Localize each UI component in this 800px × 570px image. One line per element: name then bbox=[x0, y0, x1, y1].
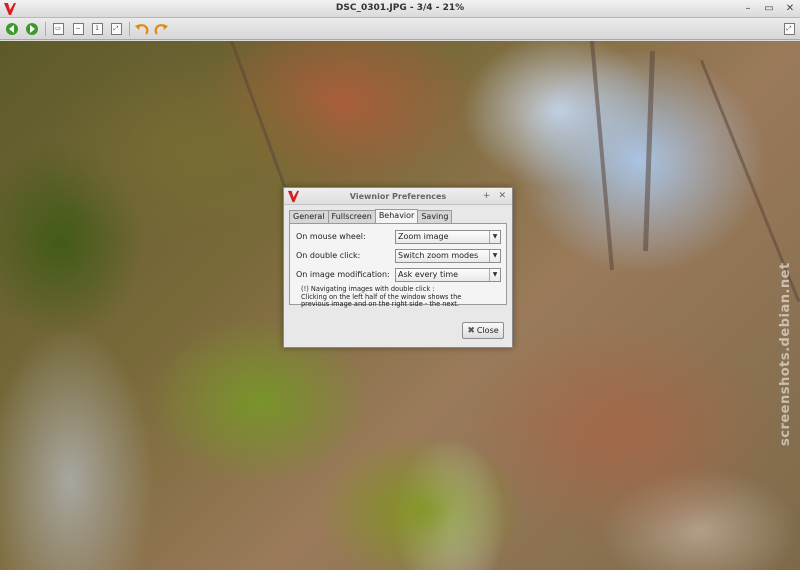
zoom-normal-icon: 1 bbox=[91, 23, 103, 35]
zoom-normal-button[interactable]: 1 bbox=[89, 21, 105, 37]
dialog-title: Viewnior Preferences bbox=[349, 192, 447, 201]
close-window-button[interactable]: ✕ bbox=[784, 3, 796, 15]
rotate-right-icon bbox=[154, 24, 168, 35]
chevron-down-icon: ▼ bbox=[489, 231, 500, 243]
dialog-close-x-button[interactable]: ✕ bbox=[498, 191, 506, 201]
tab-fullscreen[interactable]: Fullscreen bbox=[327, 210, 376, 223]
close-button[interactable]: ✖ Close bbox=[462, 322, 504, 339]
note-line: previous image and on the right side - t… bbox=[301, 300, 459, 309]
fit-page-button[interactable]: ▭ bbox=[50, 21, 66, 37]
image-modification-label: On image modification: bbox=[296, 270, 390, 279]
preferences-dialog: Viewnior Preferences + ✕ General Fullscr… bbox=[283, 187, 513, 348]
navigation-note: (!) Navigating images with double click … bbox=[301, 285, 501, 309]
mouse-wheel-select[interactable]: Zoom image ▼ bbox=[395, 230, 501, 244]
close-icon: ✖ bbox=[467, 326, 475, 336]
tab-saving[interactable]: Saving bbox=[417, 210, 453, 223]
minimize-button[interactable]: – bbox=[742, 3, 754, 15]
window-title: DSC_0301.JPG - 3/4 - 21% bbox=[335, 3, 465, 13]
rotate-right-button[interactable] bbox=[153, 21, 169, 37]
chevron-down-icon: ▼ bbox=[489, 269, 500, 281]
mouse-wheel-value: Zoom image bbox=[398, 232, 449, 241]
photo-branch bbox=[643, 51, 655, 252]
toolbar: ▭ − 1 ⤢ ⤢ bbox=[0, 18, 800, 40]
forward-button[interactable] bbox=[24, 21, 40, 37]
tab-general[interactable]: General bbox=[289, 210, 329, 223]
fullscreen-icon: ⤢ bbox=[783, 23, 795, 35]
fullscreen-button[interactable]: ⤢ bbox=[781, 21, 797, 37]
arrow-right-icon bbox=[26, 23, 38, 35]
dialog-pin-button[interactable]: + bbox=[483, 191, 491, 201]
behavior-tab-panel: On mouse wheel: Zoom image ▼ On double c… bbox=[289, 223, 507, 308]
preferences-tabs: General Fullscreen Behavior Saving bbox=[289, 209, 453, 223]
toolbar-separator bbox=[45, 22, 46, 36]
back-button[interactable] bbox=[4, 21, 20, 37]
dialog-titlebar: Viewnior Preferences + ✕ bbox=[284, 188, 512, 205]
mouse-wheel-row: On mouse wheel: Zoom image ▼ bbox=[296, 230, 502, 244]
zoom-fit-icon: ⤢ bbox=[110, 23, 122, 35]
zoom-out-icon: − bbox=[72, 23, 84, 35]
close-button-label: Close bbox=[476, 326, 499, 335]
rotate-left-button[interactable] bbox=[134, 21, 150, 37]
zoom-fit-button[interactable]: ⤢ bbox=[108, 21, 124, 37]
double-click-select[interactable]: Switch zoom modes ▼ bbox=[395, 249, 501, 263]
image-modification-value: Ask every time bbox=[398, 270, 459, 279]
zoom-out-button[interactable]: − bbox=[70, 21, 86, 37]
photo-branch bbox=[590, 41, 615, 271]
image-modification-select[interactable]: Ask every time ▼ bbox=[395, 268, 501, 282]
mouse-wheel-label: On mouse wheel: bbox=[296, 232, 366, 241]
image-modification-row: On image modification: Ask every time ▼ bbox=[296, 268, 502, 282]
chevron-down-icon: ▼ bbox=[489, 250, 500, 262]
rotate-left-icon bbox=[135, 24, 149, 35]
double-click-value: Switch zoom modes bbox=[398, 251, 479, 260]
toolbar-separator bbox=[129, 22, 130, 36]
tab-behavior[interactable]: Behavior bbox=[374, 209, 419, 223]
maximize-button[interactable]: ▭ bbox=[763, 3, 775, 15]
double-click-row: On double click: Switch zoom modes ▼ bbox=[296, 249, 502, 263]
page-fit-icon: ▭ bbox=[52, 23, 64, 35]
dialog-window-controls: + ✕ bbox=[483, 191, 506, 201]
window-controls: – ▭ ✕ bbox=[742, 2, 796, 16]
window-titlebar: DSC_0301.JPG - 3/4 - 21% – ▭ ✕ bbox=[0, 0, 800, 18]
double-click-label: On double click: bbox=[296, 251, 361, 260]
arrow-left-icon bbox=[6, 23, 18, 35]
watermark-text: screenshots.debian.net bbox=[778, 262, 793, 446]
